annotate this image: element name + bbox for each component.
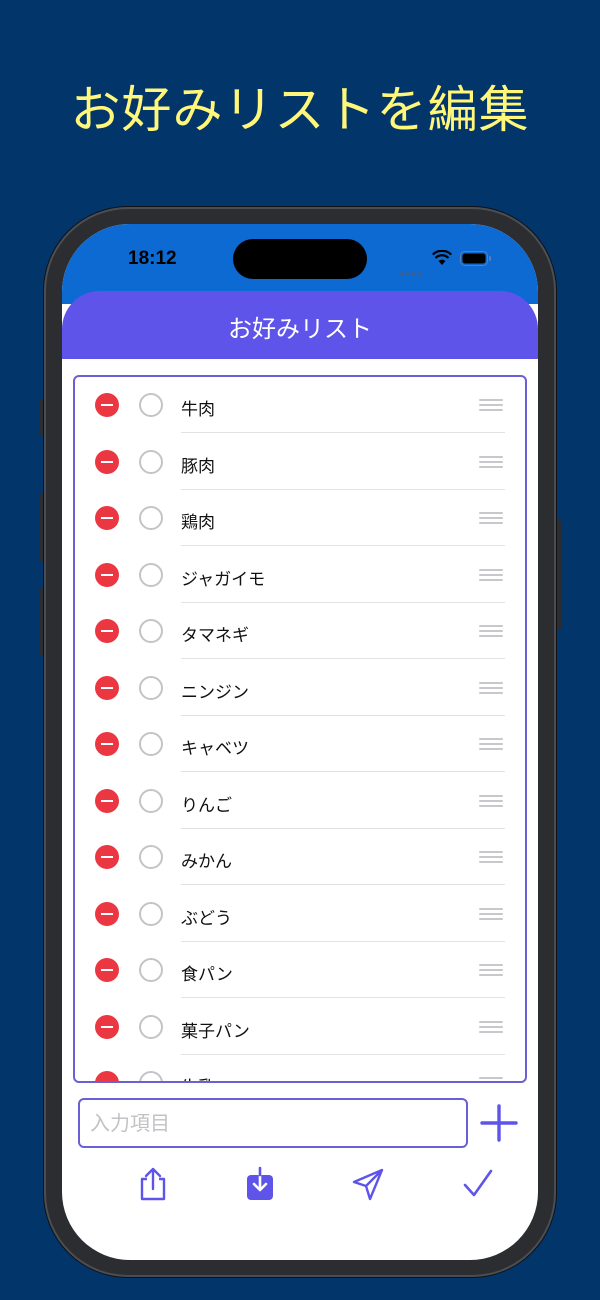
list-item-label: タマネギ [181,626,249,646]
checkbox-circle[interactable] [139,393,163,417]
list-item[interactable]: りんご [75,773,525,829]
delete-icon[interactable] [95,1014,119,1039]
download-icon[interactable] [243,1166,277,1202]
delete-icon[interactable] [95,958,119,982]
delete-icon[interactable] [95,845,119,869]
list-item-label: 豚肉 [181,456,215,477]
checkbox-circle[interactable] [139,619,163,643]
share-icon[interactable] [136,1166,170,1202]
list-item[interactable]: ニンジン [75,660,525,716]
checkbox-circle[interactable] [139,1071,163,1081]
drag-handle-icon[interactable] [479,738,503,750]
list-item-label: キャベツ [181,739,249,759]
checkbox-circle[interactable] [139,506,163,530]
checkbox-circle[interactable] [139,449,163,474]
drag-handle-icon[interactable] [479,1020,503,1033]
list-item[interactable]: 豚肉 [75,434,525,490]
list-item[interactable]: みかん [75,829,525,885]
list-item[interactable]: 菓子パン [75,999,525,1055]
delete-icon[interactable] [95,562,119,587]
signal-icon [400,261,424,280]
list-item-label: 牛肉 [181,400,215,420]
list-item-label: 食パン [181,965,233,985]
list-item-label: ぶどう [181,908,232,929]
list-item[interactable]: 牛肉 [75,377,525,433]
wifi-icon [432,250,452,265]
checkbox-circle[interactable] [139,845,163,869]
promo-title: お好みリストを編集 [70,81,530,139]
checkbox-circle[interactable] [139,788,163,813]
add-icon[interactable] [480,1104,518,1142]
delete-icon[interactable] [95,901,119,926]
delete-icon[interactable] [95,506,119,530]
list-item[interactable]: 鶏肉 [75,490,525,546]
list-item-label: 鶏肉 [181,513,215,533]
delete-icon[interactable] [95,788,119,813]
drag-handle-icon[interactable] [479,568,503,581]
drag-handle-icon[interactable] [479,625,503,637]
checkbox-circle[interactable] [139,675,163,700]
drag-handle-icon[interactable] [479,399,503,411]
checkbox-circle[interactable] [139,1014,163,1039]
list-item-label: 牛乳 [181,1073,215,1081]
drag-handle-icon[interactable] [479,907,503,920]
item-input[interactable] [78,1098,468,1148]
send-icon[interactable] [351,1166,385,1202]
phone-screen: 18:12 お好みリスト 牛肉 豚肉 鶏肉 ジャガイモ タマネギ ニンジン キャ… [62,224,538,1260]
delete-icon[interactable] [95,393,119,417]
drag-handle-icon[interactable] [479,681,503,694]
page-title: お好みリスト [228,315,372,343]
checkbox-circle[interactable] [139,958,163,982]
checkmark-icon[interactable] [461,1166,495,1202]
dynamic-island [233,239,367,279]
list-item[interactable]: ジャガイモ [75,547,525,603]
delete-icon[interactable] [95,1071,119,1081]
list-item-label: りんご [181,795,232,816]
list-item-label: 菓子パン [181,1021,250,1042]
drag-handle-icon[interactable] [479,1077,503,1081]
list-item-label: ジャガイモ [181,569,266,590]
list-item[interactable]: 牛乳 [75,1055,525,1081]
delete-icon[interactable] [95,619,119,643]
favorites-list[interactable]: 牛肉 豚肉 鶏肉 ジャガイモ タマネギ ニンジン キャベツ りんご みかん ぶど… [73,375,527,1083]
checkbox-circle[interactable] [139,901,163,926]
checkbox-circle[interactable] [139,732,163,756]
nav-header: お好みリスト [62,291,538,359]
list-item-label: ニンジン [181,682,249,703]
list-item[interactable]: キャベツ [75,716,525,772]
list-item[interactable]: タマネギ [75,603,525,659]
drag-handle-icon[interactable] [479,512,503,524]
drag-handle-icon[interactable] [479,794,503,807]
delete-icon[interactable] [95,732,119,756]
delete-icon[interactable] [95,449,119,474]
checkbox-circle[interactable] [139,562,163,587]
list-item[interactable]: ぶどう [75,886,525,942]
drag-handle-icon[interactable] [479,455,503,468]
drag-handle-icon[interactable] [479,851,503,863]
status-time: 18:12 [128,248,177,269]
list-item-label: みかん [181,852,232,872]
delete-icon[interactable] [95,675,119,700]
drag-handle-icon[interactable] [479,964,503,976]
battery-icon [460,251,491,266]
list-item[interactable]: 食パン [75,942,525,998]
